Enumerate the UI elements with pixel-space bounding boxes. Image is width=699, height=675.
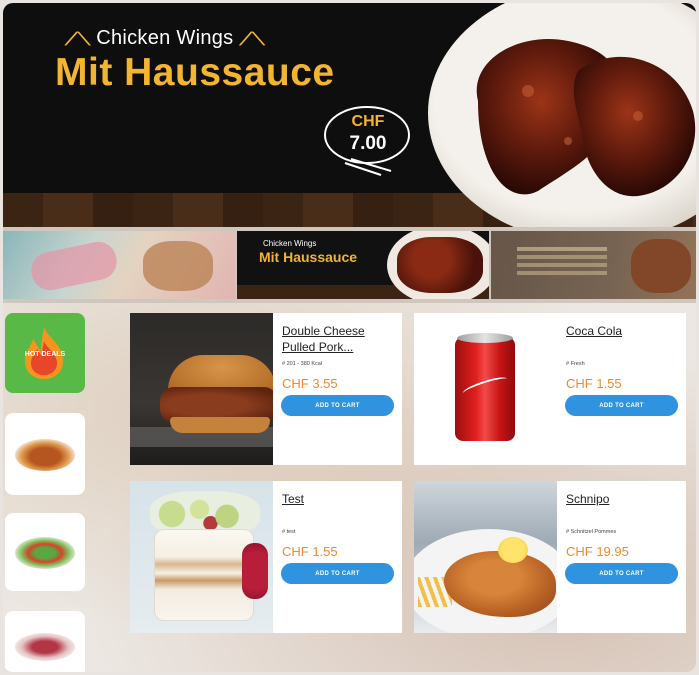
dessert-cup-shape: [154, 529, 254, 621]
add-to-cart-button[interactable]: ADD TO CART: [565, 563, 678, 584]
product-meta: # 201 - 380 Kcal: [282, 361, 323, 367]
product-meta: # test: [282, 529, 296, 535]
raspberry-shape: [242, 543, 268, 599]
category-item[interactable]: [5, 413, 85, 495]
category-image: [15, 439, 75, 471]
price-badge: CHF 7.00: [321, 103, 415, 176]
product-price: CHF 19.95: [566, 544, 629, 559]
category-hot-deals[interactable]: HOT DEALS: [5, 313, 85, 393]
product-title[interactable]: Coca Cola: [566, 323, 676, 339]
product-image: [130, 313, 273, 465]
lemon-shape: [498, 537, 528, 563]
product-title[interactable]: Schnipo: [566, 491, 676, 507]
product-price: CHF 3.55: [282, 376, 338, 391]
category-item[interactable]: [5, 611, 85, 672]
slide-graphic: [27, 238, 121, 294]
hero-subtitle: Chicken Wings: [96, 27, 234, 49]
carousel-strip: Chicken Wings Mit Haussauce: [3, 227, 696, 303]
price-value: 7.00: [349, 133, 387, 154]
add-to-cart-button[interactable]: ADD TO CART: [565, 395, 678, 416]
price-currency: CHF: [351, 113, 385, 130]
carousel-slide-3[interactable]: [491, 231, 696, 299]
product-card[interactable]: Schnipo # Schnitzel Pommes CHF 19.95 ADD…: [414, 481, 686, 633]
chicken-wings-image: [476, 39, 696, 197]
can-lid-shape: [457, 333, 513, 343]
slide-text-block: [517, 247, 607, 251]
bun-bottom-shape: [170, 417, 270, 433]
product-card[interactable]: Coca Cola # Fresh CHF 1.55 ADD TO CART: [414, 313, 686, 465]
product-title[interactable]: Double Cheese Pulled Pork...: [282, 323, 392, 355]
carousel-slide-2[interactable]: Chicken Wings Mit Haussauce: [237, 231, 489, 299]
product-image: [414, 481, 557, 633]
product-price: CHF 1.55: [282, 544, 338, 559]
carousel-slide-1[interactable]: [3, 231, 235, 299]
product-price: CHF 1.55: [566, 376, 622, 391]
category-image: [15, 537, 75, 569]
product-card[interactable]: Double Cheese Pulled Pork... # 201 - 380…: [130, 313, 402, 465]
hero-title: Mit Haussauce: [55, 51, 335, 94]
product-meta: # Fresh: [566, 361, 585, 367]
sparkle-icon: ⟋⟍: [65, 28, 91, 49]
category-item[interactable]: [5, 513, 85, 591]
slide-subtitle: Chicken Wings: [263, 239, 317, 248]
category-image: [15, 633, 75, 661]
slide-title: Mit Haussauce: [259, 249, 358, 265]
category-label: HOT DEALS: [24, 351, 66, 358]
chicken-wings-image: [397, 237, 483, 293]
menu-area: HOT DEALS Double Cheese Pulled Pork... #…: [3, 303, 696, 672]
hero-banner[interactable]: ⟋⟍ Chicken Wings ⟋⟍ Mit Haussauce CHF 7.…: [3, 3, 696, 227]
kiosk-screen: ⟋⟍ Chicken Wings ⟋⟍ Mit Haussauce CHF 7.…: [3, 3, 696, 672]
sparkle-icon: ⟋⟍: [239, 28, 265, 49]
product-card[interactable]: Test # test CHF 1.55 ADD TO CART: [130, 481, 402, 633]
product-image: [414, 313, 557, 465]
burger-image: [143, 241, 213, 291]
add-to-cart-button[interactable]: ADD TO CART: [281, 395, 394, 416]
product-meta: # Schnitzel Pommes: [566, 529, 617, 535]
add-to-cart-button[interactable]: ADD TO CART: [281, 563, 394, 584]
product-image: [130, 481, 273, 633]
product-title[interactable]: Test: [282, 491, 392, 507]
food-image: [631, 239, 691, 293]
hero-subtitle-row: ⟋⟍ Chicken Wings ⟋⟍: [65, 27, 265, 50]
